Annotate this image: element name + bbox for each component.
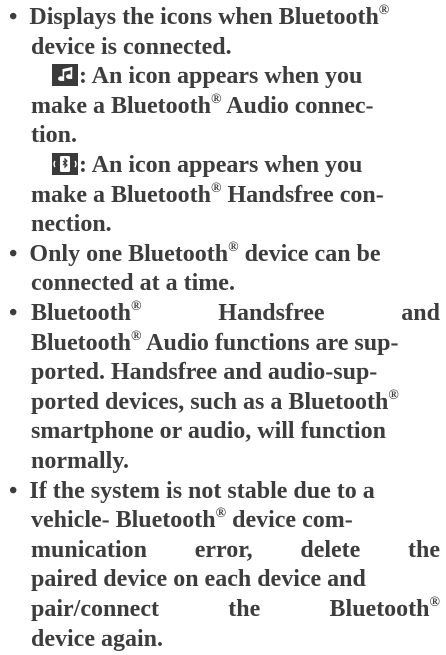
text-line: device again. — [31, 625, 163, 652]
bullet: • — [9, 300, 18, 326]
text-line: ported. Handsfree and audio-sup- — [31, 359, 378, 386]
bullet: • — [9, 477, 18, 504]
manual-page: • Displays the icons when Bluetooth® dev… — [0, 0, 446, 652]
bullet: • — [9, 240, 18, 267]
text-line-justified: munication error, delete the — [31, 536, 440, 563]
text-line: • Displays the icons when Bluetooth® — [9, 3, 390, 31]
text-line: tion. — [31, 122, 78, 149]
bullet: • — [9, 4, 18, 30]
text-line: • Only one Bluetooth® device can be — [9, 239, 381, 267]
bluetooth-phone-icon — [52, 153, 78, 175]
handsfree-icon-line: : An icon appears when you — [52, 150, 362, 181]
audio-icon-line: : An icon appears when you — [52, 61, 362, 92]
text-line: Bluetooth® Audio functions are sup- — [31, 328, 399, 356]
text-line: make a Bluetooth® Handsfree con- — [31, 180, 384, 208]
text-line: make a Bluetooth® Audio connec- — [31, 91, 374, 119]
text-line: device is connected. — [31, 33, 232, 60]
text-line: • If the system is not stable due to a — [9, 477, 375, 504]
text-line-justified: Bluetooth® Handsfree and — [31, 299, 440, 327]
text-line: normally. — [31, 448, 130, 474]
text-line: connected at a time. — [31, 270, 235, 297]
text-line: vehicle- Bluetooth® device com- — [31, 506, 353, 534]
text-line: ported devices, such as a Bluetooth® — [31, 387, 399, 415]
text-line: • — [9, 298, 17, 329]
text-line: nection. — [31, 211, 112, 238]
text-line-justified: pair/connect the Bluetooth® — [31, 595, 440, 623]
text-line: smartphone or audio, will function — [31, 418, 386, 445]
music-note-icon — [52, 64, 78, 87]
text-line: paired device on each device and — [31, 566, 366, 593]
